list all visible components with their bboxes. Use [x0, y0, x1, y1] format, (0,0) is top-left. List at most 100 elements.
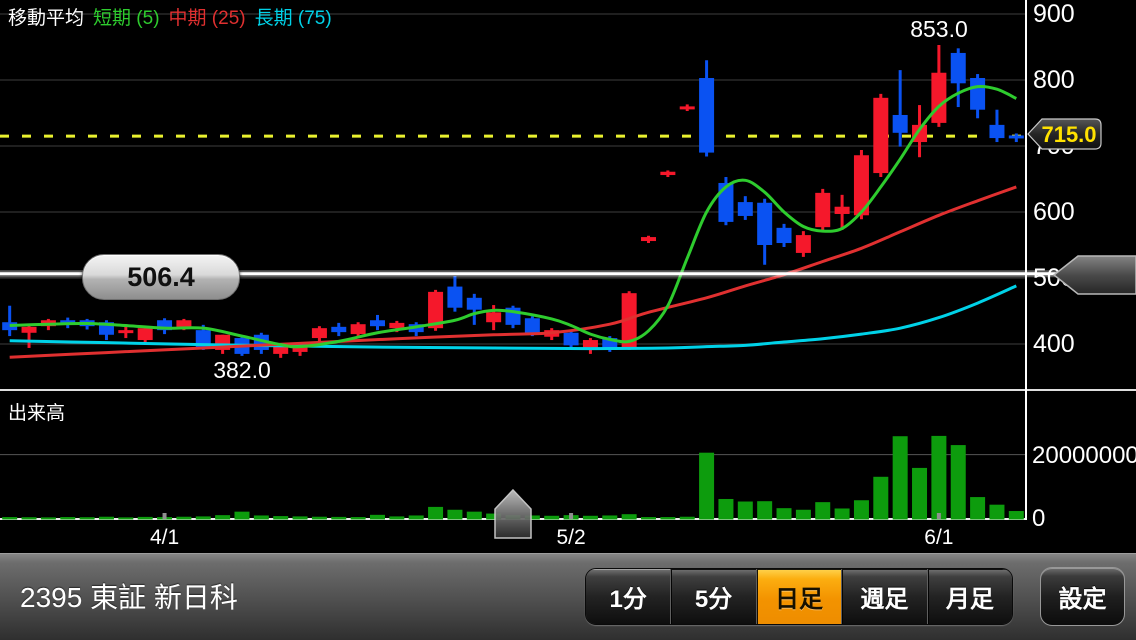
volume-bar: [351, 517, 366, 519]
volume-bar: [2, 517, 17, 519]
volume-bar: [196, 516, 211, 519]
candle: [118, 326, 133, 338]
volume-bar: [118, 517, 133, 519]
volume-bar: [370, 515, 385, 520]
candle: [583, 338, 598, 354]
price-tick-label: 800: [1033, 66, 1075, 95]
volume-bar: [622, 514, 637, 519]
volume-bar: [273, 516, 288, 519]
date-label: 5/2: [531, 526, 611, 550]
volume-bar: [699, 453, 714, 520]
volume-bar: [428, 507, 443, 520]
candle: [254, 333, 269, 354]
volume-bar: [99, 517, 114, 520]
volume-bar: [912, 468, 927, 520]
candle: [738, 196, 753, 220]
volume-bar: [873, 477, 888, 520]
timeframe-segmented-control: 1分5分日足週足月足: [585, 568, 1013, 625]
volume-bar: [409, 515, 424, 519]
price-tick-label: 400: [1033, 330, 1075, 359]
candle: [680, 104, 695, 111]
volume-bar: [80, 517, 95, 519]
candle: [157, 318, 172, 334]
legend-long-ma: 長期 (75): [255, 8, 332, 29]
volume-bar: [757, 501, 772, 519]
candle: [854, 150, 869, 219]
volume-bar: [215, 515, 230, 519]
volume-bar: [583, 516, 598, 520]
volume-bar: [486, 514, 501, 520]
moving-average-legend: 移動平均短期 (5)中期 (25)長期 (75): [8, 3, 341, 30]
volume-bar: [234, 512, 249, 520]
volume-bar: [777, 508, 792, 519]
volume-bar: [506, 515, 521, 519]
timeframe-button[interactable]: 1分: [586, 569, 670, 624]
volume-bar: [544, 516, 559, 520]
volume-bar: [447, 510, 462, 520]
candle: [447, 276, 462, 312]
settings-button[interactable]: 設定: [1040, 567, 1125, 626]
candle: [1009, 133, 1024, 142]
reference-price-pill: 506.4: [82, 254, 240, 300]
volume-bar: [602, 515, 617, 519]
stock-chart-app: 移動平均短期 (5)中期 (25)長期 (75) 853.0 382.0 506…: [0, 0, 1136, 640]
volume-bar: [60, 517, 75, 519]
candle: [312, 326, 327, 342]
timeframe-button[interactable]: 月足: [927, 569, 1012, 624]
volume-tick-label: 0: [1032, 505, 1045, 533]
volume-bar: [718, 499, 733, 520]
candle: [989, 110, 1004, 142]
timeframe-button[interactable]: 週足: [841, 569, 926, 624]
volume-bar: [1009, 511, 1024, 519]
volume-bar: [815, 502, 830, 519]
price-tick-label: 500: [1033, 264, 1075, 293]
candle: [467, 294, 482, 325]
candle: [331, 323, 346, 336]
candle: [660, 170, 675, 177]
volume-bar: [854, 500, 869, 519]
volume-bar: [680, 517, 695, 520]
candle: [641, 236, 656, 243]
candle: [777, 224, 792, 247]
candle: [970, 74, 985, 118]
last-price-value: 715.0: [1040, 122, 1098, 148]
candle: [22, 326, 37, 348]
volume-bar: [641, 517, 656, 519]
volume-bar: [331, 517, 346, 520]
legend-mid-ma: 中期 (25): [169, 8, 246, 29]
volume-bar: [176, 517, 191, 520]
volume-bar: [41, 517, 56, 519]
candle: [873, 94, 888, 177]
bottom-toolbar: 2395 東証 新日科 1分5分日足週足月足 設定: [0, 553, 1136, 640]
legend-title: 移動平均: [8, 8, 84, 29]
date-label: 6/1: [899, 526, 979, 550]
volume-bar: [931, 436, 946, 520]
candle: [757, 199, 772, 265]
price-tick-label: 900: [1033, 0, 1075, 29]
volume-bar: [893, 436, 908, 519]
volume-bar: [22, 517, 37, 519]
candle: [699, 60, 714, 156]
volume-bar: [389, 516, 404, 519]
candle: [815, 189, 830, 231]
volume-bar: [835, 508, 850, 519]
candle: [370, 315, 385, 330]
price-tick-label: 600: [1033, 198, 1075, 227]
volume-bar: [951, 445, 966, 519]
date-label: 4/1: [125, 526, 205, 550]
symbol-title: 2395 東証 新日科: [20, 576, 238, 616]
timeframe-button[interactable]: 5分: [670, 569, 755, 624]
volume-bar: [467, 512, 482, 520]
candle: [796, 231, 811, 257]
volume-bar: [660, 517, 675, 519]
timeframe-button[interactable]: 日足: [756, 569, 841, 624]
candle: [931, 45, 946, 127]
volume-bar: [796, 510, 811, 520]
volume-bar: [254, 515, 269, 519]
volume-bar: [293, 516, 308, 519]
candle: [951, 48, 966, 107]
volume-pane-title: 出来高: [8, 398, 65, 425]
candle: [2, 306, 17, 336]
volume-bar: [525, 515, 540, 519]
period-low-label: 382.0: [202, 357, 282, 384]
